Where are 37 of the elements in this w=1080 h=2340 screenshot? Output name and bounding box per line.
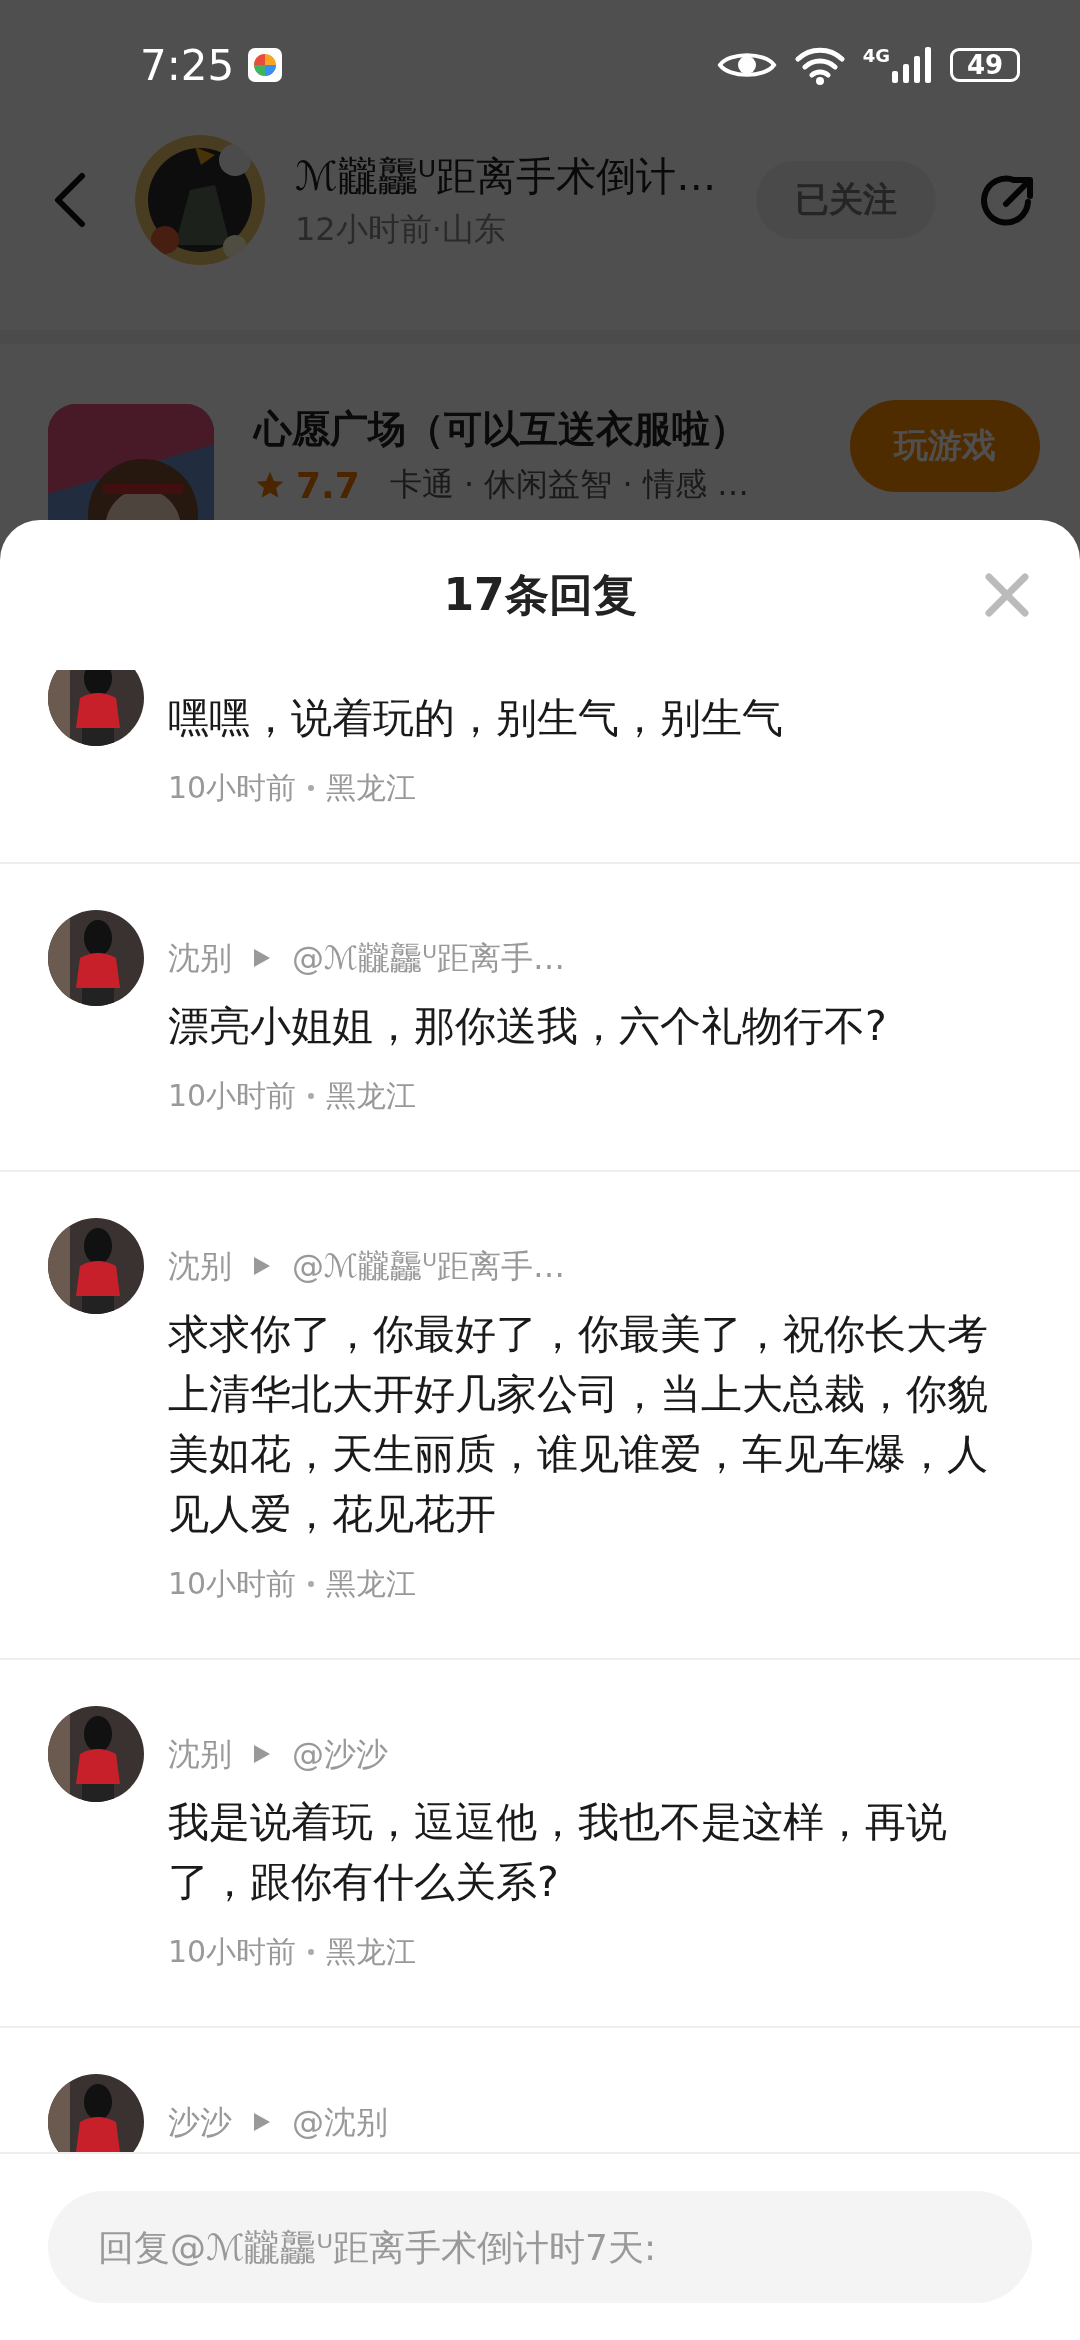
- comment-time: 10小时前: [168, 1077, 297, 1115]
- play-game-button[interactable]: 玩游戏: [850, 400, 1040, 492]
- separator-dot-icon: [308, 1949, 315, 1955]
- comment-text: 我是说着玩，逗逗他，我也不是这样，再说了，跟你有什么关系?: [168, 1797, 948, 1908]
- triangle-icon: [252, 2111, 272, 2133]
- comment-time: 10小时前: [168, 1933, 297, 1971]
- app-icon: [248, 48, 283, 82]
- rating-score: 7.7: [296, 464, 360, 506]
- reply-target-name[interactable]: @沙沙: [292, 1730, 388, 1778]
- comment-text: 求求你了，你最好了，你最美了，祝你长大考上清华北大开好几家公司，当上大总裁，你貌美如花，天生丽质，谁见谁爱，车见车爆，人见人爱，花见花开: [168, 1309, 989, 1540]
- comment-time: 10小时前: [168, 769, 297, 807]
- reply-target-name[interactable]: @ℳ龖龘ᵁ距离手…: [292, 934, 565, 982]
- comment-text: 嘿嘿，说着玩的，别生气，别生气: [168, 693, 784, 744]
- comment-location: 黑龙江: [326, 769, 417, 807]
- comment-text: 漂亮小姐姐，那你送我，六个礼物行不?: [168, 1001, 888, 1052]
- wifi-icon: [794, 45, 845, 85]
- separator-dot-icon: [308, 785, 315, 791]
- separator-dot-icon: [308, 1093, 315, 1099]
- comment-time: 10小时前: [168, 1565, 297, 1603]
- commenter-name[interactable]: 沈别: [168, 1242, 232, 1290]
- triangle-icon: [252, 947, 272, 969]
- triangle-icon: [252, 1743, 272, 1765]
- comment-location: 黑龙江: [326, 1077, 417, 1115]
- commenter-name[interactable]: 沙沙: [168, 2098, 232, 2146]
- comment-location: 黑龙江: [326, 1933, 417, 1971]
- separator-dot-icon: [308, 1581, 315, 1587]
- triangle-icon: [252, 1255, 272, 1277]
- author-name[interactable]: ℳ龖龘ᵁ距离手术倒计…: [295, 148, 735, 204]
- status-time: 7:25: [140, 40, 235, 90]
- reply-target-name[interactable]: @沈别: [292, 2098, 388, 2146]
- commenter-name[interactable]: 沈别: [168, 934, 232, 982]
- commenter-name[interactable]: 沈别: [168, 1730, 232, 1778]
- comment-location: 黑龙江: [326, 1565, 417, 1603]
- game-title: 心愿广场（可以互送衣服啦）: [254, 406, 749, 453]
- reply-target-name[interactable]: @ℳ龖龘ᵁ距离手…: [292, 1242, 565, 1290]
- battery-icon: 49: [950, 48, 1020, 82]
- reply-input-field[interactable]: 回复@ℳ龖龘ᵁ距离手术倒计时7天:: [48, 2191, 1032, 2303]
